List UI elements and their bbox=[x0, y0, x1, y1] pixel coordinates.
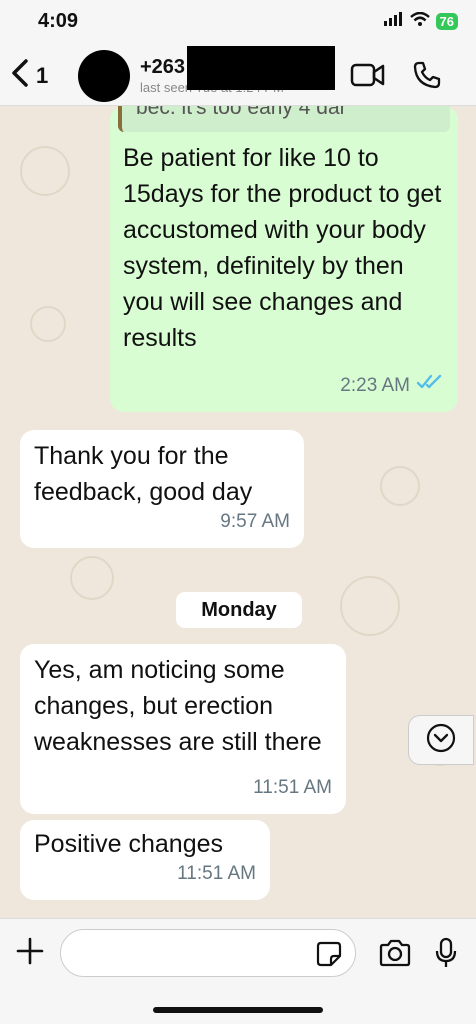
scroll-to-bottom-button[interactable] bbox=[408, 715, 474, 765]
message-text: Be patient for like 10 to 15days for the… bbox=[123, 144, 442, 352]
input-bar bbox=[0, 918, 476, 1024]
double-check-icon bbox=[416, 368, 444, 404]
signal-icon bbox=[383, 12, 404, 31]
incoming-message[interactable]: Yes, am noticing some changes, but erect… bbox=[20, 644, 346, 814]
incoming-message[interactable]: Thank you for the feedback, good day 9:5… bbox=[20, 430, 304, 548]
video-call-icon[interactable] bbox=[350, 62, 386, 93]
plus-icon[interactable] bbox=[14, 935, 46, 972]
message-text: Yes, am noticing some changes, but erect… bbox=[34, 656, 322, 756]
status-icons: 76 bbox=[383, 11, 458, 31]
message-time: 9:57 AM bbox=[220, 511, 290, 532]
redacted-block bbox=[187, 46, 335, 90]
unread-count: 1 bbox=[36, 62, 49, 88]
battery-indicator: 76 bbox=[435, 13, 458, 30]
message-meta: 2:23 AM bbox=[340, 368, 444, 404]
background-doodle bbox=[340, 576, 400, 636]
camera-icon[interactable] bbox=[378, 939, 412, 972]
back-button[interactable]: 1 bbox=[10, 58, 48, 93]
status-bar: 4:09 76 bbox=[0, 0, 476, 44]
message-time: 11:51 AM bbox=[177, 863, 256, 884]
background-doodle bbox=[380, 466, 420, 506]
chat-area[interactable]: bec. it's too early 4 dar Be patient for… bbox=[0, 106, 476, 918]
avatar[interactable] bbox=[78, 50, 130, 102]
message-meta: 9:57 AM bbox=[220, 504, 290, 540]
quoted-reply[interactable]: bec. it's too early 4 dar bbox=[118, 106, 450, 132]
message-time: 2:23 AM bbox=[340, 375, 410, 396]
message-meta: 11:51 AM bbox=[177, 856, 256, 892]
wifi-icon bbox=[409, 11, 430, 31]
home-indicator bbox=[153, 1007, 323, 1013]
status-time: 4:09 bbox=[38, 10, 79, 32]
background-doodle bbox=[30, 306, 66, 342]
day-separator: Monday bbox=[176, 592, 302, 628]
incoming-message[interactable]: Positive changes 11:51 AM bbox=[20, 820, 270, 900]
message-meta: 11:51 AM bbox=[253, 770, 332, 806]
chevron-down-icon bbox=[425, 722, 457, 759]
message-time: 11:51 AM bbox=[253, 777, 332, 798]
background-doodle bbox=[70, 556, 114, 600]
phone-call-icon[interactable] bbox=[412, 60, 442, 95]
chat-header: 1 +263 last seen Tue at 1:24 PM bbox=[0, 44, 476, 106]
back-chevron-icon bbox=[10, 58, 30, 93]
outgoing-message[interactable]: bec. it's too early 4 dar Be patient for… bbox=[110, 106, 458, 412]
microphone-icon[interactable] bbox=[434, 937, 458, 974]
contact-name[interactable]: +263 bbox=[140, 56, 185, 79]
message-text: Thank you for the feedback, good day bbox=[34, 442, 253, 506]
sticker-icon[interactable] bbox=[316, 941, 342, 972]
quoted-reply-text: bec. it's too early 4 dar bbox=[136, 106, 347, 119]
background-doodle bbox=[20, 146, 70, 196]
message-input[interactable] bbox=[60, 929, 356, 977]
